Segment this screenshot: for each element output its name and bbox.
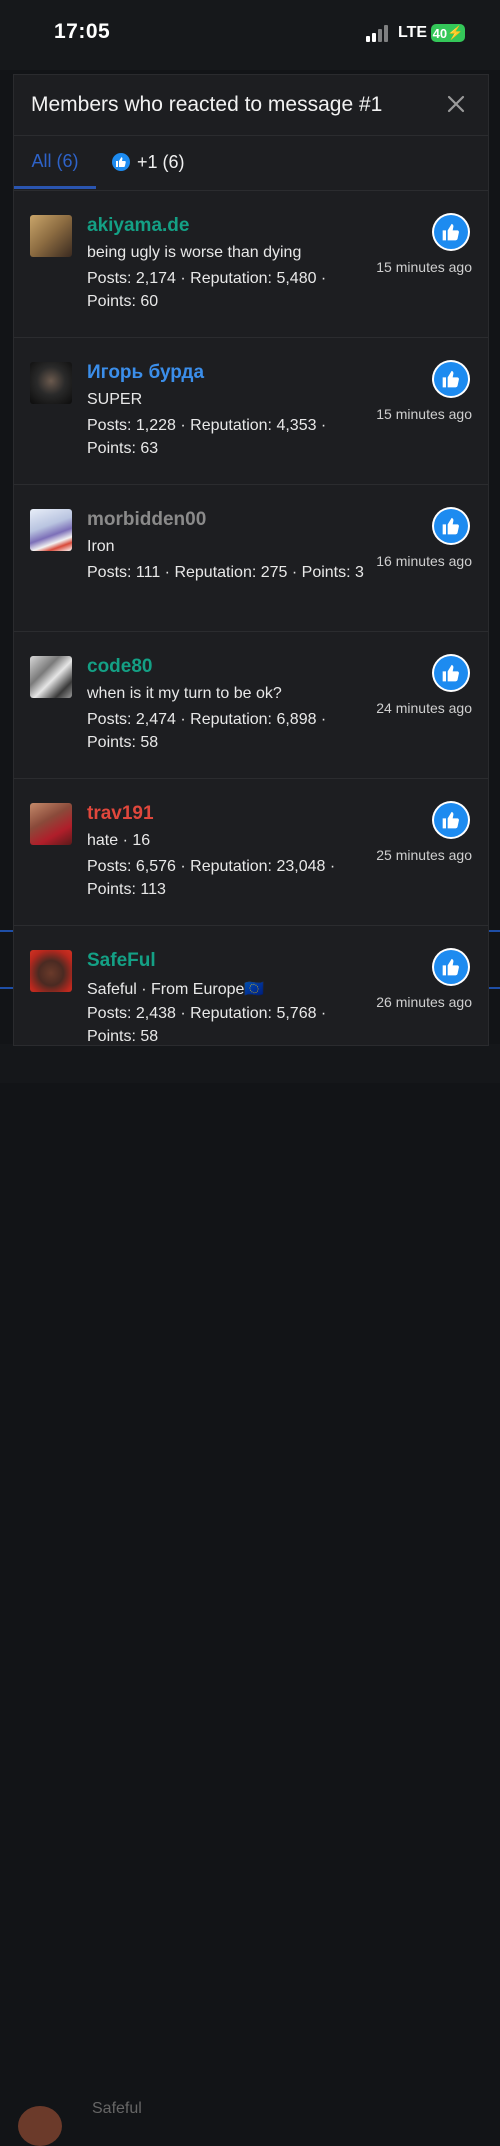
- member-name[interactable]: code80: [87, 656, 152, 678]
- member-name[interactable]: akiyama.de: [87, 215, 189, 237]
- network-label: LTE: [398, 24, 428, 41]
- reactions-modal: Members who reacted to message #1 All (6…: [13, 74, 489, 1046]
- clock: 17:05: [54, 20, 111, 43]
- member-stats: Posts: 2,438 · Reputation: 5,768 · Point…: [87, 1005, 327, 1045]
- member-title: Safeful · From Europe🇪🇺: [87, 981, 265, 998]
- member-list: akiyama.de being ugly is worse than dyin…: [14, 191, 488, 1045]
- tab-plus-one[interactable]: +1 (6): [112, 136, 185, 188]
- member-stats: Posts: 1,228 · Reputation: 4,353 · Point…: [87, 417, 327, 457]
- avatar[interactable]: [30, 656, 72, 698]
- member-stats: Posts: 2,174 · Reputation: 5,480 · Point…: [87, 270, 327, 310]
- backdrop-decoration: [0, 930, 14, 989]
- avatar[interactable]: [30, 803, 72, 845]
- thumbs-up-icon: [432, 948, 470, 986]
- reaction-time: 15 minutes ago: [376, 406, 472, 422]
- tab-all[interactable]: All (6): [14, 136, 96, 189]
- status-bar: 17:05 LTE 40 ⚡: [0, 0, 500, 70]
- member-row: trav191 hate · 16 Posts: 6,576 · Reputat…: [14, 779, 488, 926]
- member-title: SUPER: [87, 391, 143, 408]
- backdrop-post: Safeful: [0, 1044, 500, 2146]
- reaction-time: 26 minutes ago: [376, 994, 472, 1010]
- modal-title: Members who reacted to message #1: [31, 93, 383, 116]
- member-title: hate · 16: [87, 832, 151, 849]
- member-row: akiyama.de being ugly is worse than dyin…: [14, 191, 488, 338]
- avatar[interactable]: [30, 215, 72, 257]
- thumbs-up-icon: [432, 360, 470, 398]
- thumbs-up-icon: [432, 654, 470, 692]
- thumbs-up-icon: [432, 801, 470, 839]
- reaction-time: 25 minutes ago: [376, 847, 472, 863]
- reaction-time: 15 minutes ago: [376, 259, 472, 275]
- member-title: when is it my turn to be ok?: [87, 685, 282, 702]
- thumbs-up-icon: [112, 153, 130, 171]
- member-row: Игорь бурда SUPER Posts: 1,228 · Reputat…: [14, 338, 488, 485]
- member-stats: Posts: 6,576 · Reputation: 23,048 · Poin…: [87, 858, 336, 898]
- reaction-time: 16 minutes ago: [376, 553, 472, 569]
- battery-level: 40: [432, 25, 448, 41]
- avatar[interactable]: [30, 362, 72, 404]
- backdrop-snippet: Safeful: [92, 2100, 142, 2117]
- member-row: SafeFul Safeful · From Europe🇪🇺 Posts: 2…: [14, 926, 488, 1045]
- thumbs-up-icon: [432, 213, 470, 251]
- member-name[interactable]: SafeFul: [87, 950, 156, 972]
- thumbs-up-icon: [432, 507, 470, 545]
- avatar[interactable]: [30, 950, 72, 992]
- signal-icon: [366, 24, 392, 42]
- member-name[interactable]: morbidden00: [87, 509, 206, 531]
- reaction-tabs: All (6) +1 (6): [14, 136, 488, 191]
- member-name[interactable]: trav191: [87, 803, 154, 825]
- member-row: code80 when is it my turn to be ok? Post…: [14, 632, 488, 779]
- backdrop-avatar: [18, 2106, 62, 2146]
- member-row: morbidden00 Iron Posts: 111 · Reputation…: [14, 485, 488, 632]
- tab-all-label: All (6): [31, 150, 79, 171]
- reaction-time: 24 minutes ago: [376, 700, 472, 716]
- member-title: being ugly is worse than dying: [87, 244, 302, 261]
- modal-header: Members who reacted to message #1: [14, 75, 488, 136]
- member-title: Iron: [87, 538, 115, 555]
- avatar[interactable]: [30, 509, 72, 551]
- member-stats: Posts: 2,474 · Reputation: 6,898 · Point…: [87, 711, 327, 751]
- battery-icon: 40 ⚡: [431, 24, 465, 42]
- tab-plus-one-label: +1 (6): [137, 151, 185, 172]
- member-name[interactable]: Игорь бурда: [87, 362, 204, 384]
- close-icon[interactable]: [444, 92, 468, 116]
- member-stats: Posts: 111 · Reputation: 275 · Points: 3: [87, 564, 364, 581]
